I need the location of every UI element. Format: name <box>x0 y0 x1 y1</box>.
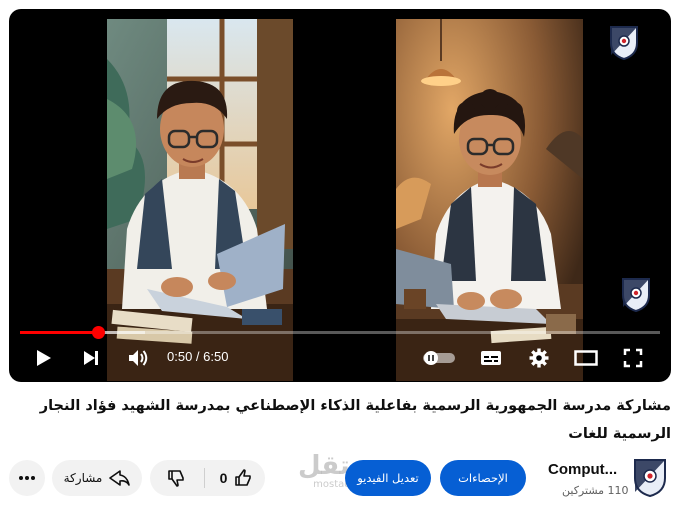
volume-button[interactable] <box>123 342 153 374</box>
share-icon <box>109 470 131 486</box>
progress-played <box>20 331 99 334</box>
share-button[interactable]: مشاركة <box>52 460 142 496</box>
video-title: مشاركة مدرسة الجمهورية الرسمية بفاعلية ا… <box>39 398 671 442</box>
video-player[interactable]: 0:50 / 6:50 <box>9 9 671 382</box>
channel-name[interactable]: Comput... <box>548 461 617 478</box>
autoplay-toggle-icon <box>423 351 455 365</box>
channel-shield-icon <box>634 459 666 498</box>
edit-video-button[interactable]: تعديل الفيديو <box>345 460 431 496</box>
dislike-button[interactable] <box>150 460 202 496</box>
volume-icon <box>129 350 148 366</box>
more-icon <box>19 476 35 480</box>
like-icon <box>235 469 252 486</box>
dislike-icon <box>168 470 184 487</box>
autoplay-toggle[interactable] <box>421 342 457 374</box>
subscriber-count: 110 مشتركين <box>562 484 629 497</box>
theater-mode-icon <box>574 350 598 366</box>
fullscreen-button[interactable] <box>619 342 647 374</box>
analytics-button[interactable]: الإحصاءات <box>440 460 526 496</box>
video-frame-right <box>396 19 583 381</box>
progress-scrubber-handle[interactable] <box>92 326 106 339</box>
play-icon <box>37 350 51 366</box>
play-button[interactable] <box>29 342 57 374</box>
subtitles-icon <box>481 351 501 365</box>
like-count: 0 <box>219 470 228 486</box>
subtitles-button[interactable] <box>477 342 505 374</box>
share-label: مشاركة <box>63 471 103 485</box>
next-button[interactable] <box>77 342 105 374</box>
fullscreen-icon <box>623 348 643 368</box>
settings-icon <box>529 348 549 368</box>
like-dislike-group: 0 <box>150 460 265 496</box>
settings-button[interactable] <box>525 342 553 374</box>
more-actions-button[interactable] <box>9 460 45 496</box>
channel-shield-icon <box>610 26 638 61</box>
theater-mode-button[interactable] <box>571 342 601 374</box>
channel-avatar[interactable] <box>633 458 669 498</box>
time-display: 0:50 / 6:50 <box>167 349 229 364</box>
progress-bar[interactable] <box>20 326 660 339</box>
video-frame-left <box>107 19 293 381</box>
channel-shield-icon <box>622 278 650 313</box>
like-button[interactable]: 0 <box>208 460 265 496</box>
next-icon <box>84 351 98 365</box>
like-dislike-divider <box>204 468 205 488</box>
